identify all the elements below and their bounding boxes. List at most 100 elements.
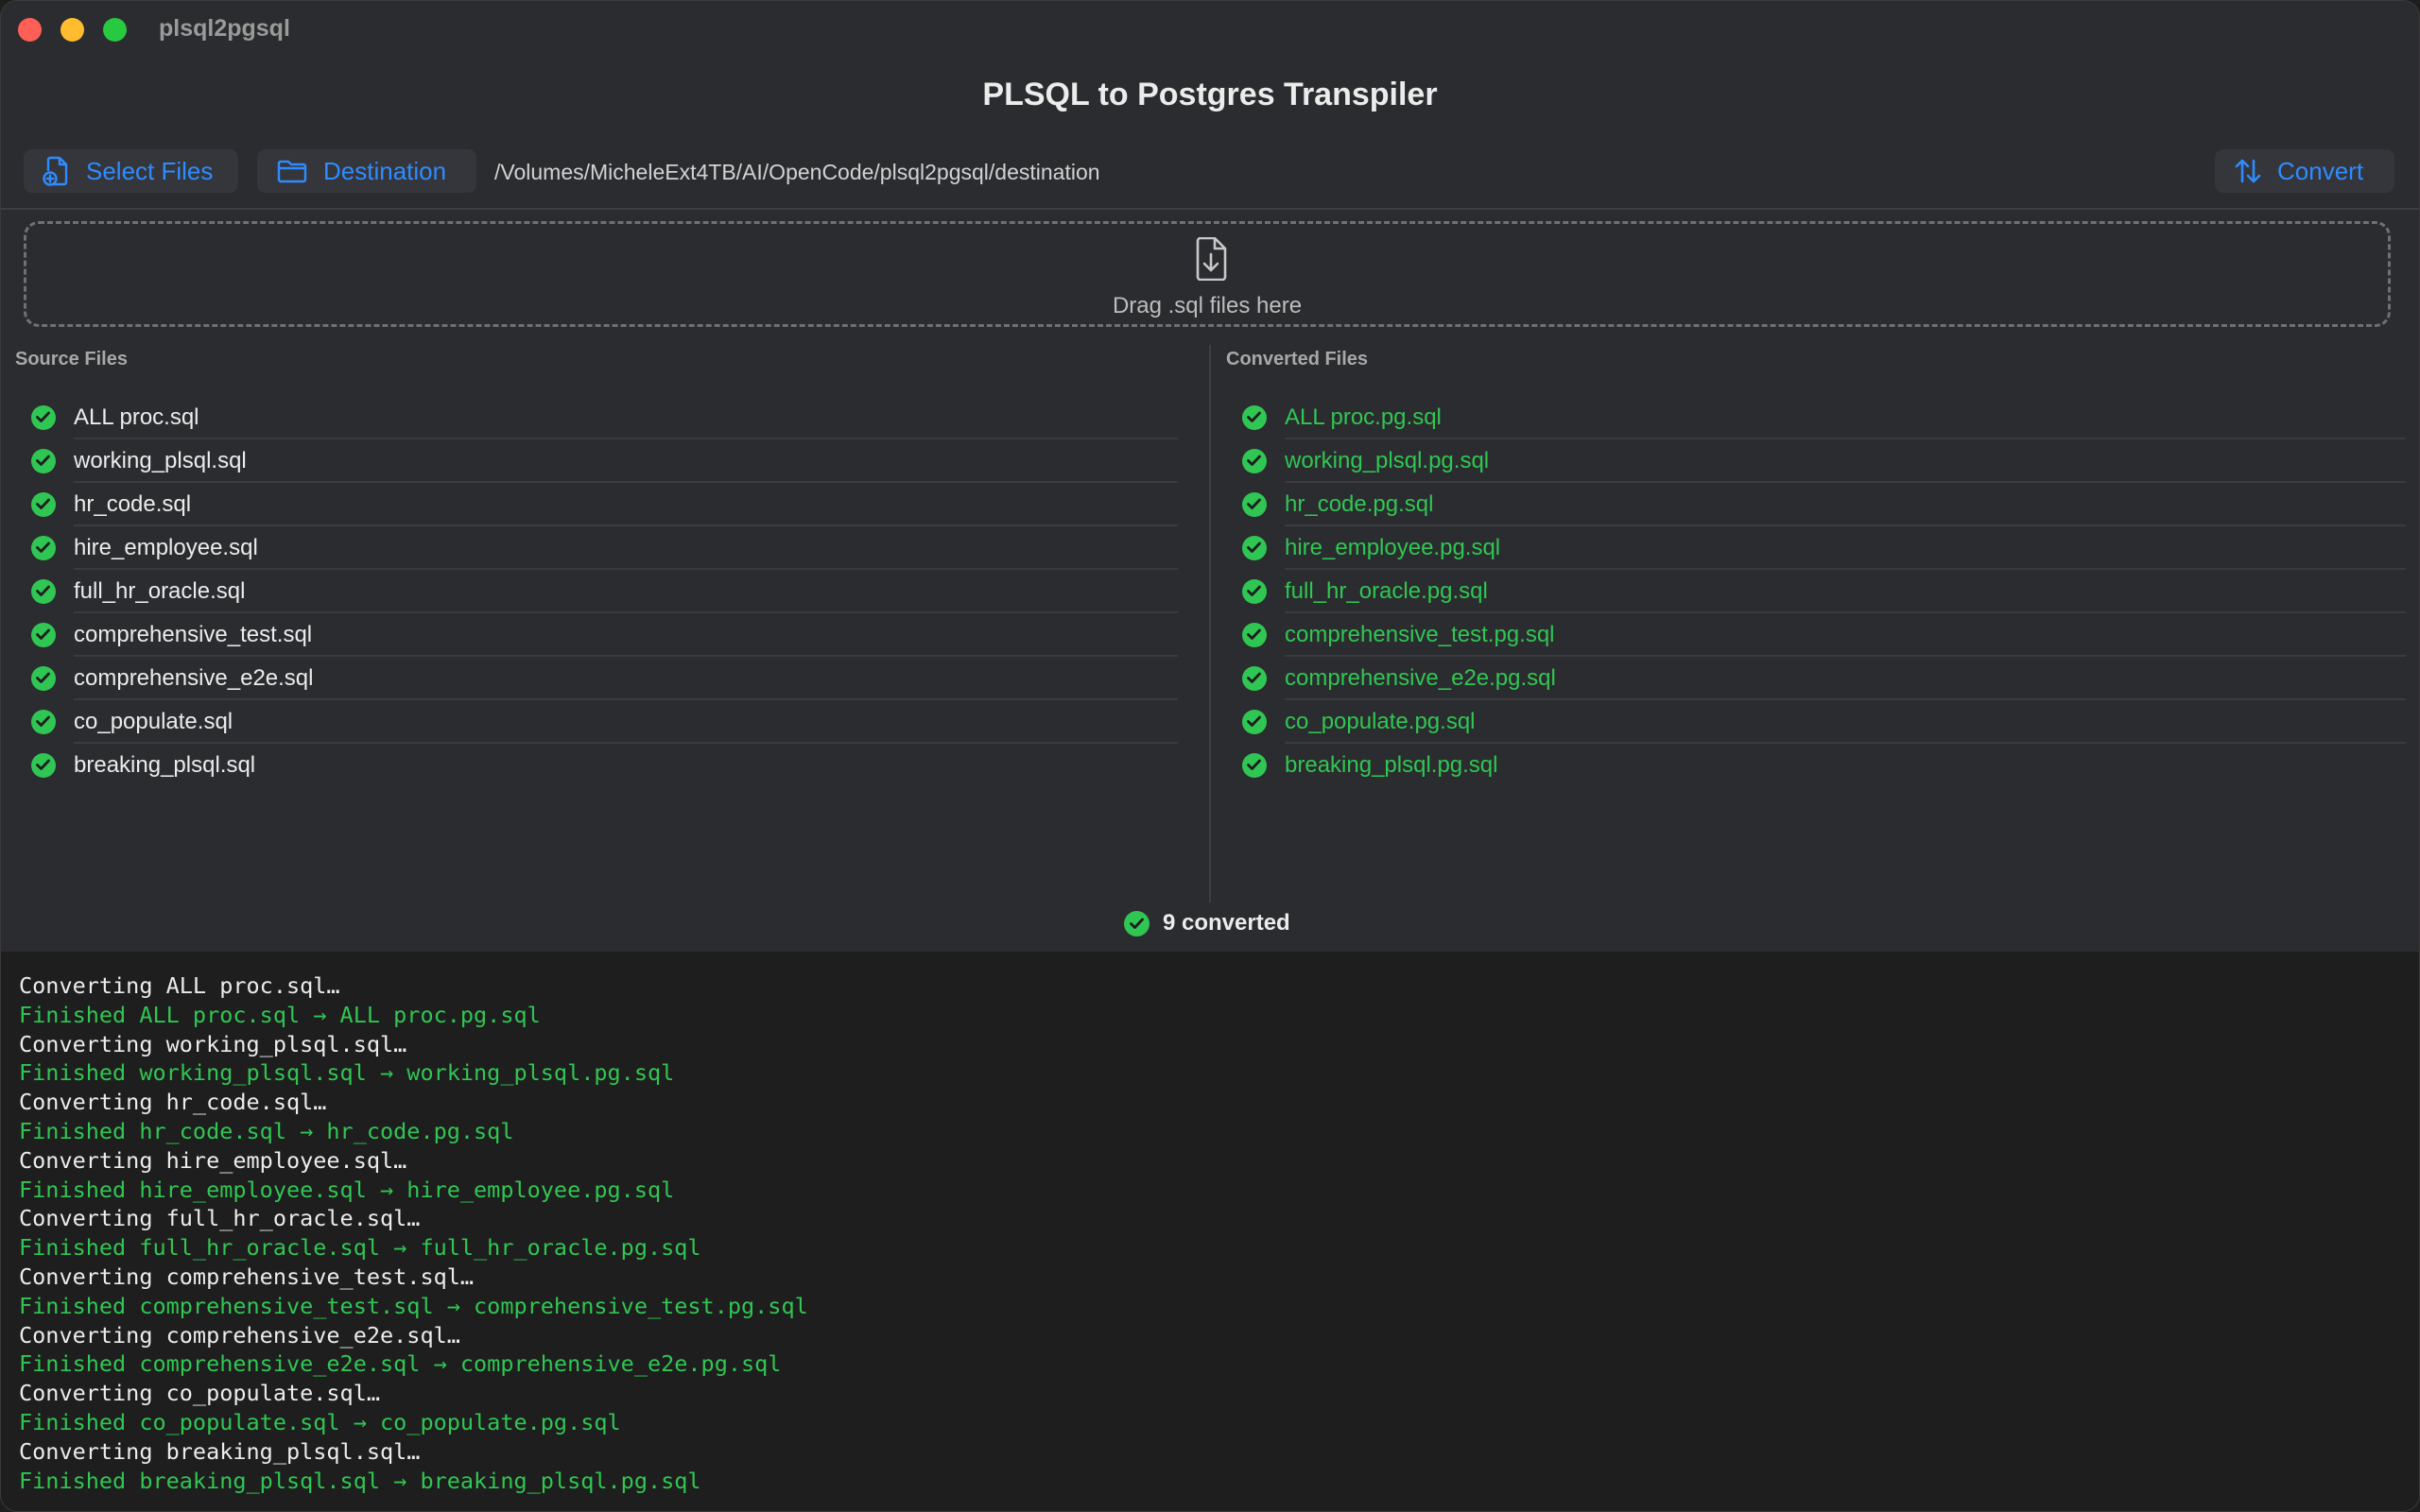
title-bar: plsql2pgsql	[1, 1, 2419, 58]
checkmark-circle-icon	[1242, 666, 1267, 691]
converted-files-title: Converted Files	[1226, 349, 1369, 369]
file-name: full_hr_oracle.sql	[74, 578, 246, 604]
file-list-item[interactable]: co_populate.pg.sql	[1212, 700, 2419, 744]
log-line: Converting ALL proc.sql…	[19, 972, 340, 999]
converted-files-panel: Converted Files ALL proc.pg.sql working_p…	[1212, 345, 2419, 902]
log-line: Converting comprehensive_e2e.sql…	[19, 1321, 460, 1349]
panel-divider	[1209, 345, 1211, 902]
checkmark-circle-icon	[31, 492, 56, 517]
file-name: hr_code.pg.sql	[1285, 491, 1434, 517]
file-list-item[interactable]: hire_employee.pg.sql	[1212, 526, 2419, 570]
select-files-button[interactable]: Select Files	[24, 149, 238, 193]
file-list-item[interactable]: hr_code.pg.sql	[1212, 483, 2419, 526]
log-line: Converting co_populate.sql…	[19, 1380, 381, 1407]
checkmark-circle-icon	[1124, 910, 1150, 936]
log-line: Finished breaking_plsql.sql → breaking_p…	[19, 1467, 701, 1494]
convert-button[interactable]: Convert	[2215, 149, 2394, 193]
file-list-item[interactable]: full_hr_oracle.sql	[1, 570, 1209, 613]
checkmark-circle-icon	[1242, 492, 1267, 517]
file-list-item[interactable]: working_plsql.pg.sql	[1212, 439, 2419, 483]
toolbar: Select Files Destination /Volumes/Michel…	[1, 145, 2419, 199]
log-line: Finished hire_employee.sql → hire_employ…	[19, 1176, 675, 1203]
file-list-item[interactable]: comprehensive_test.sql	[1, 613, 1209, 657]
log-line: Finished comprehensive_e2e.sql → compreh…	[19, 1350, 782, 1378]
log-line: Finished working_plsql.sql → working_pls…	[19, 1059, 675, 1087]
converted-file-list: ALL proc.pg.sql working_plsql.pg.sql hr_co…	[1212, 396, 2419, 787]
checkmark-circle-icon	[31, 579, 56, 604]
source-files-title: Source Files	[15, 349, 128, 369]
checkmark-circle-icon	[1242, 623, 1267, 647]
document-download-icon	[1196, 237, 1227, 281]
page-title: PLSQL to Postgres Transpiler	[982, 77, 1438, 112]
file-list-item[interactable]: comprehensive_e2e.pg.sql	[1212, 657, 2419, 700]
checkmark-circle-icon	[1242, 449, 1267, 473]
checkmark-circle-icon	[31, 753, 56, 778]
document-plus-icon	[43, 156, 68, 186]
file-dropzone[interactable]: Drag .sql files here	[24, 221, 2391, 327]
file-list-item[interactable]: full_hr_oracle.pg.sql	[1212, 570, 2419, 613]
toolbar-divider	[1, 208, 2419, 210]
checkmark-circle-icon	[1242, 753, 1267, 778]
log-line: Finished hr_code.sql → hr_code.pg.sql	[19, 1118, 514, 1144]
checkmark-circle-icon	[31, 666, 56, 691]
log-line: Converting breaking_plsql.sql…	[19, 1437, 421, 1465]
checkmark-circle-icon	[31, 405, 56, 430]
file-list-item[interactable]: comprehensive_test.pg.sql	[1212, 613, 2419, 657]
file-list-item[interactable]: co_populate.sql	[1, 700, 1209, 744]
destination-path: /Volumes/MicheleExt4TB/AI/OpenCode/plsql…	[494, 160, 1100, 184]
source-file-list: ALL proc.sql working_plsql.sql hr_code.sql…	[1, 396, 1209, 787]
file-list-item[interactable]: breaking_plsql.pg.sql	[1212, 744, 2419, 787]
log-line: Converting working_plsql.sql…	[19, 1030, 407, 1057]
file-name: comprehensive_e2e.pg.sql	[1285, 665, 1556, 691]
folder-icon	[277, 160, 307, 183]
file-list-item[interactable]: working_plsql.sql	[1, 439, 1209, 483]
close-window-button[interactable]	[18, 18, 42, 42]
file-name: hire_employee.sql	[74, 535, 258, 560]
destination-button[interactable]: Destination	[257, 149, 476, 193]
convert-label: Convert	[2277, 156, 2364, 185]
maximize-window-button[interactable]	[103, 18, 127, 42]
file-name: breaking_plsql.pg.sql	[1285, 752, 1498, 778]
file-name: working_plsql.sql	[74, 448, 247, 473]
file-list-item[interactable]: hire_employee.sql	[1, 526, 1209, 570]
conversion-log[interactable]: Converting ALL proc.sql… Finished ALL pro…	[1, 952, 2419, 1511]
status-bar: 9 converted	[1, 910, 2419, 944]
file-name: comprehensive_test.pg.sql	[1285, 622, 1555, 647]
status-text: 9 converted	[1163, 910, 1290, 936]
log-line: Converting hire_employee.sql…	[19, 1146, 407, 1174]
destination-label: Destination	[323, 156, 447, 185]
file-list-item[interactable]: ALL proc.sql	[1, 396, 1209, 439]
arrows-up-down-icon	[2235, 159, 2261, 183]
checkmark-circle-icon	[1242, 710, 1267, 734]
file-list-item[interactable]: comprehensive_e2e.sql	[1, 657, 1209, 700]
file-name: ALL proc.pg.sql	[1285, 404, 1442, 430]
file-name: comprehensive_test.sql	[74, 622, 313, 647]
dropzone-label: Drag .sql files here	[1112, 293, 1303, 318]
file-list-item[interactable]: breaking_plsql.sql	[1, 744, 1209, 787]
file-name: breaking_plsql.sql	[74, 752, 256, 778]
file-name: comprehensive_e2e.sql	[74, 665, 314, 691]
file-name: co_populate.sql	[74, 709, 233, 734]
file-name: full_hr_oracle.pg.sql	[1285, 578, 1488, 604]
app-window: plsql2pgsql PLSQL to Postgres Transpiler…	[0, 0, 2420, 1512]
log-line: Converting hr_code.sql…	[19, 1089, 327, 1116]
checkmark-circle-icon	[31, 710, 56, 734]
select-files-label: Select Files	[86, 156, 214, 185]
file-list-item[interactable]: ALL proc.pg.sql	[1212, 396, 2419, 439]
minimize-window-button[interactable]	[60, 18, 84, 42]
log-line: Finished full_hr_oracle.sql → full_hr_or…	[19, 1234, 701, 1262]
checkmark-circle-icon	[31, 623, 56, 647]
checkmark-circle-icon	[31, 449, 56, 473]
file-list-item[interactable]: hr_code.sql	[1, 483, 1209, 526]
checkmark-circle-icon	[1242, 405, 1267, 430]
file-name: hr_code.sql	[74, 491, 192, 517]
file-name: hire_employee.pg.sql	[1285, 535, 1501, 560]
file-name: co_populate.pg.sql	[1285, 709, 1476, 734]
file-name: working_plsql.pg.sql	[1285, 448, 1490, 473]
window-title: plsql2pgsql	[159, 15, 290, 42]
log-line: Converting full_hr_oracle.sql…	[19, 1205, 421, 1232]
log-line: Finished comprehensive_test.sql → compre…	[19, 1292, 808, 1319]
checkmark-circle-icon	[1242, 536, 1267, 560]
checkmark-circle-icon	[31, 536, 56, 560]
log-line: Finished co_populate.sql → co_populate.p…	[19, 1409, 621, 1435]
